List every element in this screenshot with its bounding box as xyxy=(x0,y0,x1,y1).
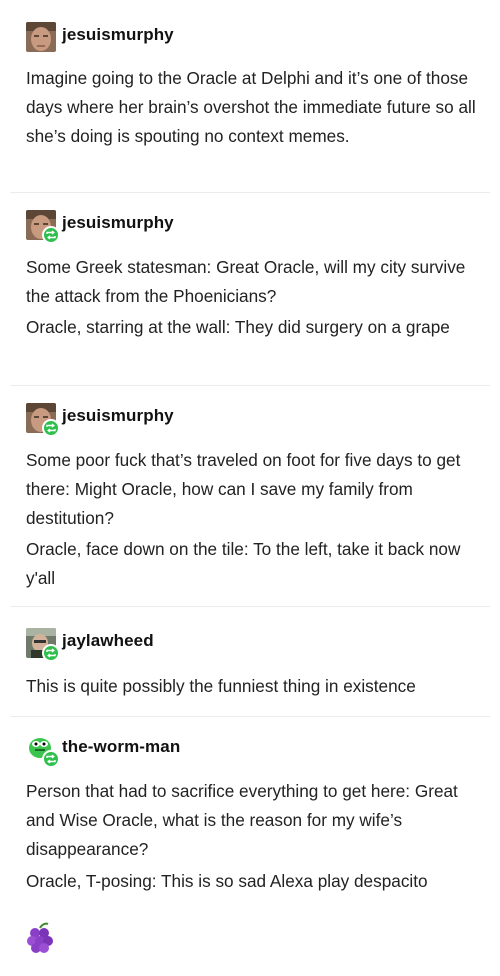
username[interactable]: jesuismurphy xyxy=(62,25,174,45)
avatar[interactable] xyxy=(26,22,56,52)
reblog-icon xyxy=(42,750,60,768)
post-text: Some Greek statesman: Great Oracle, will… xyxy=(26,257,466,306)
reblog-icon xyxy=(42,644,60,662)
username[interactable]: the-worm-man xyxy=(62,737,180,757)
username[interactable]: jaylawheed xyxy=(62,631,154,651)
divider xyxy=(10,385,490,386)
divider xyxy=(10,606,490,607)
post-text: This is quite possibly the funniest thin… xyxy=(26,676,416,696)
post-text: Oracle, T-posing: This is so sad Alexa p… xyxy=(26,871,428,891)
username[interactable]: jesuismurphy xyxy=(62,213,174,233)
post-text: Oracle, starring at the wall: They did s… xyxy=(26,317,450,337)
post-text: Imagine going to the Oracle at Delphi an… xyxy=(26,68,476,146)
reblog-icon xyxy=(42,419,60,437)
username[interactable]: jesuismurphy xyxy=(62,406,174,426)
divider xyxy=(10,716,490,717)
reblog-icon xyxy=(42,226,60,244)
grapes-icon xyxy=(26,922,56,954)
post-text: Person that had to sacrifice everything … xyxy=(26,781,458,859)
divider xyxy=(10,192,490,193)
post-text: Oracle, face down on the tile: To the le… xyxy=(26,539,461,588)
post-text: Some poor fuck that’s traveled on foot f… xyxy=(26,450,461,528)
